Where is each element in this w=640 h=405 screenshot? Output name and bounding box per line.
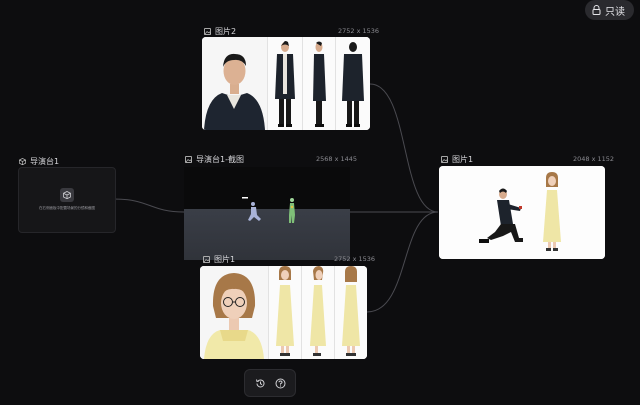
readonly-badge[interactable]: 只读 <box>585 0 634 20</box>
edge-imagebottom-to-image1 <box>366 211 439 313</box>
image2-card[interactable] <box>202 37 370 130</box>
screenshot-node-title: 导演台1-截图 <box>185 154 244 165</box>
edge-image2-to-image1 <box>369 83 439 213</box>
image-bottom-card[interactable] <box>200 266 367 359</box>
director-node-title: 导演台1 <box>19 156 59 167</box>
image-bottom-node-title: 图片1 <box>203 254 235 265</box>
image-icon <box>203 256 210 263</box>
bottom-toolbar <box>244 369 296 397</box>
history-button[interactable] <box>255 378 266 389</box>
man-portrait <box>202 37 267 130</box>
woman-side-view <box>302 266 334 359</box>
workflow-canvas[interactable]: 只读 图片2 2752 x 1536 导演台1 在右侧面板中配置场景的分镜和截图… <box>0 0 640 405</box>
image1-node-title: 图片1 <box>441 154 473 165</box>
woman-portrait <box>200 266 268 359</box>
woman-back-view <box>335 266 367 359</box>
screenshot-card[interactable] <box>184 167 350 260</box>
man-back-view <box>336 37 370 130</box>
image2-node-title: 图片2 <box>204 26 236 37</box>
help-icon <box>275 378 285 388</box>
man-side-view <box>303 37 335 130</box>
image2-dims: 2752 x 1536 <box>338 27 380 35</box>
woman-front-view <box>269 266 301 359</box>
image-bottom-dims: 2752 x 1536 <box>334 255 376 263</box>
image1-dims: 2048 x 1152 <box>573 155 615 163</box>
director-node[interactable]: 在右侧面板中配置场景的分镜和截图 <box>18 167 116 233</box>
image-icon <box>185 156 192 163</box>
proposal-scene <box>439 166 605 259</box>
edge-director-to-screenshot <box>113 198 185 213</box>
lock-icon <box>592 5 601 15</box>
readonly-label: 只读 <box>605 6 625 18</box>
director-hint: 在右侧面板中配置场景的分镜和截图 <box>39 206 95 210</box>
cube-icon <box>63 191 71 199</box>
image-icon <box>204 28 211 35</box>
scene-figures <box>242 197 295 223</box>
image1-card[interactable] <box>439 166 605 259</box>
help-button[interactable] <box>275 378 286 389</box>
director-cube-badge <box>60 188 74 202</box>
screenshot-dims: 2568 x 1445 <box>316 155 358 163</box>
cube-icon <box>19 158 26 165</box>
image-icon <box>441 156 448 163</box>
history-icon <box>255 378 264 387</box>
man-front-view <box>268 37 302 130</box>
